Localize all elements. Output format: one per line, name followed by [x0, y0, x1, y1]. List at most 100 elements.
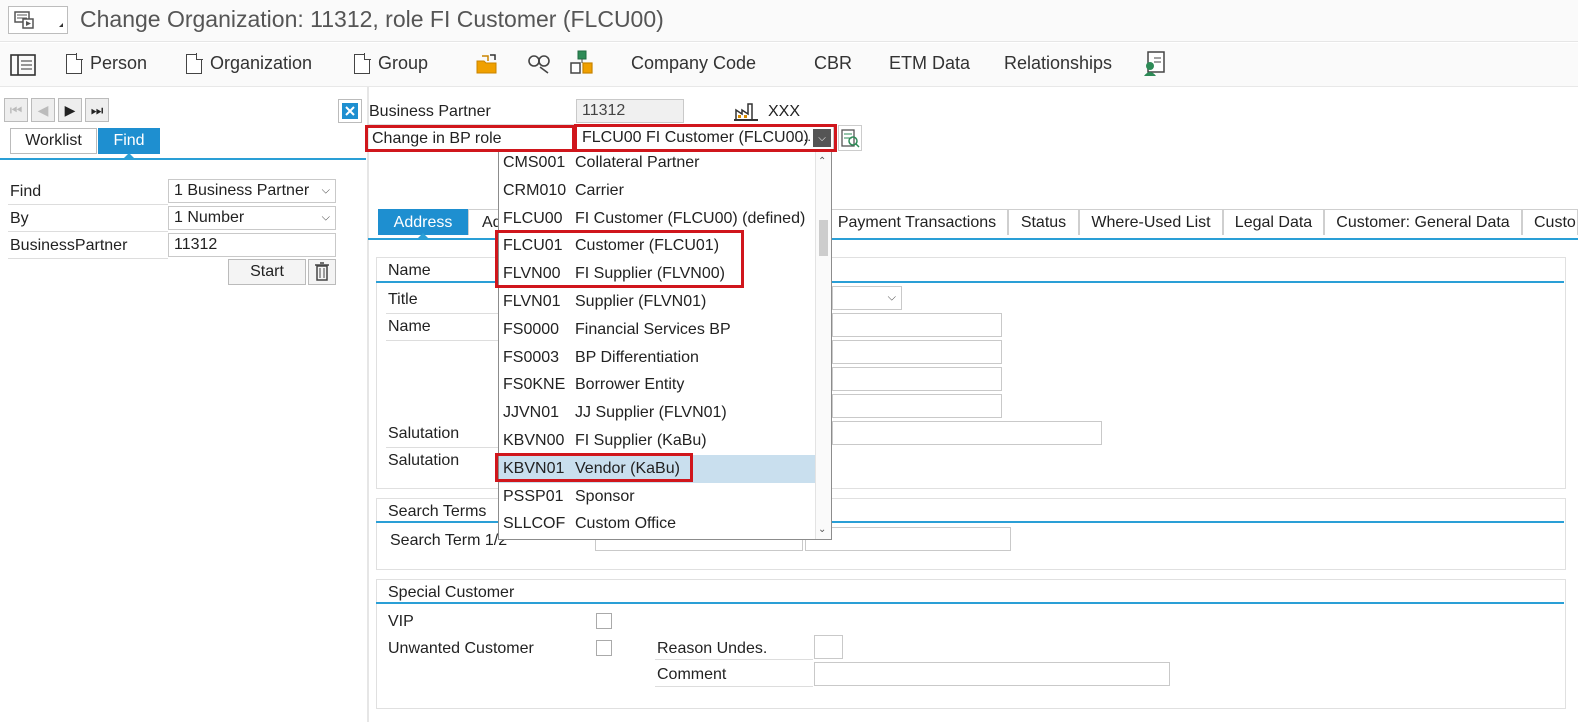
menu-button[interactable]	[8, 6, 68, 34]
next-icon[interactable]: ▶	[58, 98, 82, 122]
dropdown-item-text: FI Supplier (KaBu)	[575, 432, 707, 449]
salutation-field[interactable]	[832, 421, 1102, 445]
menu-icon	[14, 11, 63, 29]
title-select[interactable]: ⌵	[832, 286, 902, 310]
dropdown-item-text: Carrier	[575, 181, 624, 199]
dropdown-item-text: Financial Services BP	[575, 320, 731, 338]
chevron-down-icon: ⌵	[321, 211, 330, 224]
dropdown-item[interactable]: CMS001 Collateral Partner	[499, 152, 815, 177]
dropdown-item-code: FLCU00	[503, 209, 563, 227]
scroll-down-icon[interactable]: ⌄	[818, 524, 826, 535]
row-separator	[386, 340, 498, 341]
dropdown-item-code: FS0KNE	[503, 376, 566, 394]
glasses-icon[interactable]	[526, 51, 552, 77]
tab-find[interactable]: Find	[98, 128, 160, 154]
group-label: Group	[378, 53, 429, 73]
tab-legal-data[interactable]: Legal Data	[1223, 209, 1324, 235]
dropdown-item[interactable]: FS0003 BP Differentiation	[499, 344, 815, 372]
first-icon[interactable]: ⏮	[4, 98, 28, 122]
dropdown-item[interactable]: FS0000 Financial Services BP	[499, 316, 815, 344]
dropdown-item[interactable]: KBVN00 FI Supplier (KaBu)	[499, 427, 815, 455]
highlight-role-select	[574, 124, 837, 152]
dropdown-item-text: Collateral Partner	[575, 154, 700, 171]
group-button[interactable]: Group	[354, 52, 429, 74]
row-separator	[8, 204, 168, 205]
unwanted-customer-checkbox[interactable]	[596, 640, 612, 656]
layout-icon[interactable]	[10, 53, 36, 77]
tab-where-used-list[interactable]: Where-Used List	[1079, 209, 1223, 235]
relationships-button[interactable]: Relationships	[1004, 53, 1112, 74]
chevron-down-icon: ⌵	[887, 291, 896, 304]
user-document-icon[interactable]	[1142, 50, 1168, 78]
business-partner-input[interactable]: 11312	[168, 233, 336, 257]
tab-customer-general-data[interactable]: Customer: General Data	[1324, 209, 1522, 235]
comment-label: Comment	[657, 666, 727, 683]
company-code-button[interactable]: Company Code	[631, 53, 756, 74]
name-field-3[interactable]	[832, 367, 1002, 391]
find-select[interactable]: 1 Business Partner ⌵	[168, 179, 336, 203]
dropdown-item-code: FS0003	[503, 348, 560, 366]
special-customer-title: Special Customer	[388, 584, 515, 601]
search-terms-title: Search Terms	[388, 503, 487, 520]
tab-address[interactable]: Address	[378, 209, 468, 235]
tab-customer-partial[interactable]: Custo	[1522, 209, 1578, 235]
dropdown-item[interactable]: FLCU00 FI Customer (FLCU00) (defined)	[499, 205, 815, 233]
scrollbar-thumb[interactable]	[819, 220, 828, 256]
by-select[interactable]: 1 Number ⌵	[168, 206, 336, 230]
organization-label: Organization	[210, 53, 313, 73]
dropdown-item[interactable]: JJVN01 JJ Supplier (FLVN01)	[499, 399, 815, 427]
hierarchy-icon[interactable]	[568, 49, 596, 77]
page-title: Change Organization: 11312, role FI Cust…	[80, 6, 664, 32]
dropdown-item-text: Custom Office	[575, 515, 677, 533]
tab-pointer	[417, 233, 429, 239]
tab-status[interactable]: Status	[1008, 209, 1079, 235]
dropdown-item-code: CRM010	[503, 181, 567, 199]
by-label: By	[10, 210, 29, 227]
reason-undes-label: Reason Undes.	[657, 640, 768, 657]
vip-checkbox[interactable]	[596, 613, 612, 629]
name-field-4[interactable]	[832, 394, 1002, 418]
search-term-label: Search Term 1/2	[390, 532, 508, 549]
organization-button[interactable]: Organization	[186, 52, 313, 74]
cbr-button[interactable]: CBR	[814, 53, 852, 74]
close-icon[interactable]	[338, 99, 362, 123]
highlight-flcu01-flvn00	[495, 230, 744, 288]
dropdown-item[interactable]: SLLCOF Custom Office	[499, 510, 815, 538]
etm-data-button[interactable]: ETM Data	[889, 53, 970, 74]
by-value: 1 Number	[174, 209, 245, 226]
dropdown-scrollbar[interactable]: ⌃ ⌄	[815, 152, 831, 539]
business-partner-label: BusinessPartner	[10, 237, 128, 254]
dropdown-item[interactable]: FLVN01 Supplier (FLVN01)	[499, 288, 815, 316]
dropdown-item-code: JJVN01	[503, 404, 560, 422]
dropdown-item-text: JJ Supplier (FLVN01)	[575, 404, 727, 422]
bp-number-field: 11312	[576, 99, 684, 123]
name-field-1[interactable]	[832, 313, 1002, 337]
tab-worklist[interactable]: Worklist	[10, 128, 97, 154]
last-icon[interactable]: ⏭	[85, 98, 109, 122]
name-field-2[interactable]	[832, 340, 1002, 364]
dropdown-item-code: FLVN01	[503, 293, 561, 310]
previous-icon[interactable]: ◀	[31, 98, 55, 122]
chevron-down-icon: ⌵	[321, 184, 330, 197]
search-term-2-input[interactable]	[805, 527, 1011, 551]
trash-icon[interactable]	[308, 259, 336, 285]
splitter[interactable]	[367, 87, 369, 722]
dropdown-item-text: FI Customer (FLCU00) (defined)	[575, 209, 806, 227]
row-separator	[655, 659, 813, 660]
reason-undes-input[interactable]	[814, 635, 843, 659]
start-button[interactable]: Start	[228, 259, 306, 285]
display-details-icon[interactable]	[838, 125, 862, 151]
dropdown-item[interactable]: FS0KNE Borrower Entity	[499, 371, 815, 399]
tab-payment-transactions[interactable]: Payment Transactions	[826, 209, 1008, 235]
toolbar: Person Organization Group Company Code C…	[0, 43, 1578, 87]
salutation-label-1: Salutation	[388, 425, 460, 442]
scroll-up-icon[interactable]: ⌃	[818, 156, 826, 167]
comment-input[interactable]	[814, 662, 1170, 686]
dropdown-item[interactable]: PSSP01 Sponsor	[499, 483, 815, 511]
find-value: 1 Business Partner	[174, 182, 310, 199]
open-folder-icon[interactable]	[474, 51, 500, 77]
person-button[interactable]: Person	[66, 52, 148, 74]
dropdown-item[interactable]: CRM010 Carrier	[499, 177, 815, 205]
person-label: Person	[90, 53, 148, 73]
dropdown-item-code: KBVN00	[503, 432, 565, 449]
